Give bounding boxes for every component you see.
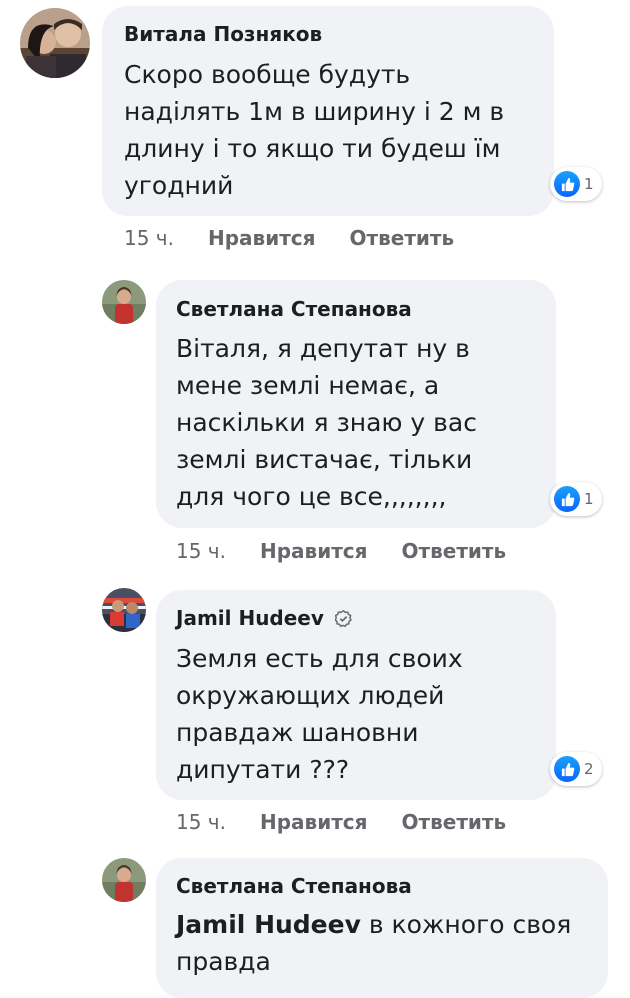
like-link[interactable]: Нравится [260,539,368,563]
comment-author[interactable]: Светлана Степанова [176,874,412,898]
verified-badge-icon [334,608,352,632]
avatar[interactable] [102,858,146,902]
comment-author[interactable]: Витала Позняков [124,22,322,46]
like-link[interactable]: Нравится [208,226,316,250]
reaction-count: 1 [584,490,594,508]
comment-timestamp[interactable]: 15 ч. [124,226,174,250]
avatar[interactable] [102,280,146,324]
comment-text: Земля есть для своих окружающих людей пр… [176,644,463,784]
thumbs-up-icon [554,756,580,782]
comment-actions: 15 ч. Нравится Ответить [176,539,506,563]
comment-text: Віталя, я депутат ну в мене землі немає,… [176,334,477,511]
reply-link[interactable]: Ответить [402,810,507,834]
reaction-count: 1 [584,175,594,193]
reaction-summary[interactable]: 1 [550,482,602,516]
reply-link[interactable]: Ответить [350,226,455,250]
reaction-summary[interactable]: 2 [550,752,602,786]
comment-text: Jamil Hudeev в кожного своя правда [176,906,601,980]
comment-author[interactable]: Jamil Hudeev [176,606,352,632]
author-name: Jamil Hudeev [176,606,324,630]
comment-author[interactable]: Светлана Степанова [176,297,412,321]
thumbs-up-icon [554,486,580,512]
avatar[interactable] [102,588,146,632]
comment-text: Скоро вообще будуть наділять 1м в ширину… [124,60,505,200]
reply-link[interactable]: Ответить [402,539,507,563]
avatar[interactable] [20,8,90,78]
mention-link[interactable]: Jamil Hudeev [176,910,361,939]
comment-actions: 15 ч. Нравится Ответить [124,226,454,250]
thumbs-up-icon [554,171,580,197]
comment-actions: 15 ч. Нравится Ответить [176,810,506,834]
comment-timestamp[interactable]: 15 ч. [176,810,226,834]
reaction-count: 2 [584,760,594,778]
comment-timestamp[interactable]: 15 ч. [176,539,226,563]
like-link[interactable]: Нравится [260,810,368,834]
reaction-summary[interactable]: 1 [550,167,602,201]
